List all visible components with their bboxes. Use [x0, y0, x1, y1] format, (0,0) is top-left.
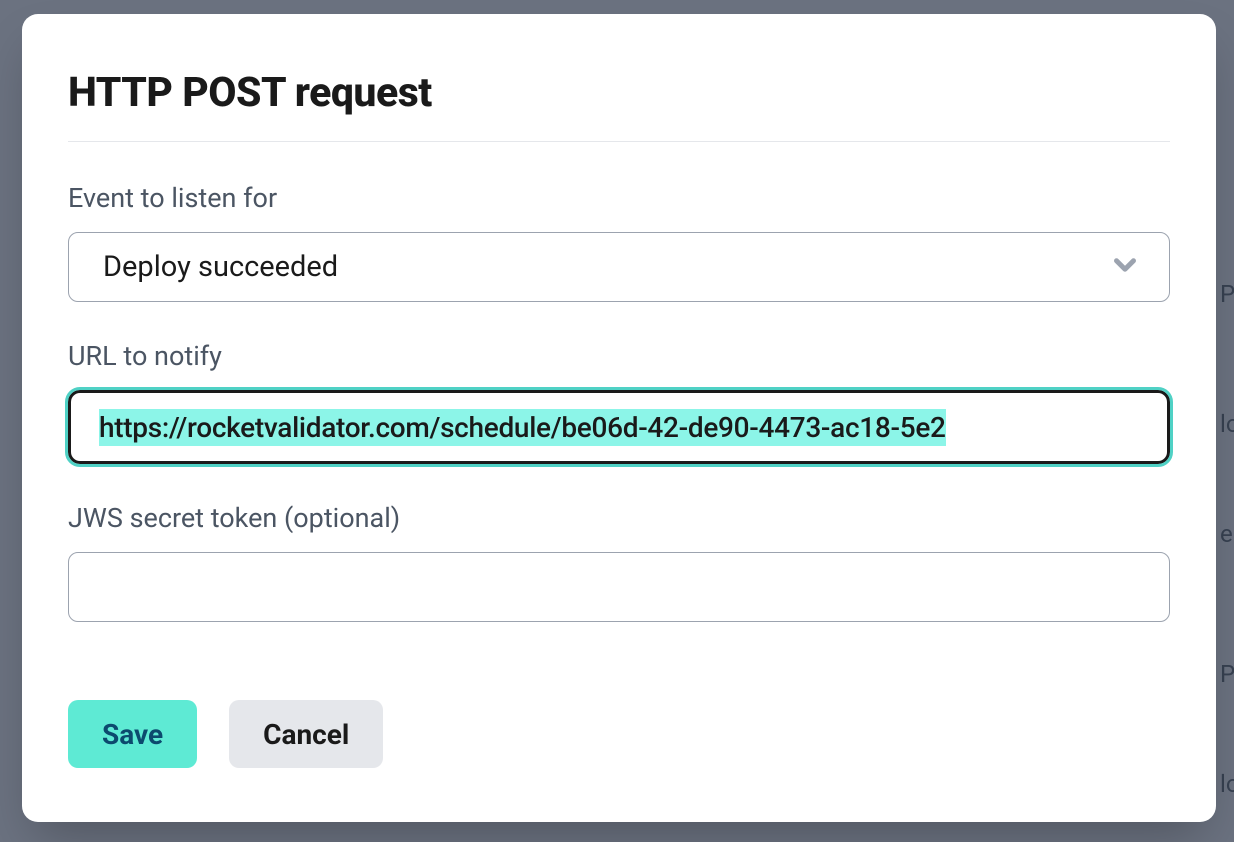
- save-button[interactable]: Save: [68, 700, 197, 768]
- http-post-request-modal: HTTP POST request Event to listen for UR…: [22, 14, 1216, 822]
- event-select[interactable]: [68, 232, 1170, 302]
- background-text: Pr: [1220, 280, 1234, 308]
- jws-input[interactable]: [68, 552, 1170, 622]
- url-field-group: URL to notify https://rocketvalidator.co…: [68, 340, 1170, 464]
- divider: [68, 141, 1170, 142]
- jws-label: JWS secret token (optional): [68, 502, 1170, 534]
- url-label: URL to notify: [68, 340, 1170, 372]
- background-text: lo: [1220, 770, 1234, 798]
- modal-title: HTTP POST request: [68, 69, 1170, 117]
- event-field-group: Event to listen for: [68, 182, 1170, 302]
- cancel-button[interactable]: Cancel: [229, 700, 383, 768]
- event-select-wrapper[interactable]: [68, 232, 1170, 302]
- url-input[interactable]: https://rocketvalidator.com/schedule/be0…: [68, 390, 1170, 464]
- background-text: Pr: [1220, 660, 1234, 688]
- background-text: lo: [1220, 410, 1234, 438]
- url-input-value: https://rocketvalidator.com/schedule/be0…: [99, 409, 946, 446]
- jws-field-group: JWS secret token (optional): [68, 502, 1170, 622]
- background-text: er: [1220, 520, 1234, 548]
- event-label: Event to listen for: [68, 182, 1170, 214]
- button-row: Save Cancel: [68, 700, 1170, 768]
